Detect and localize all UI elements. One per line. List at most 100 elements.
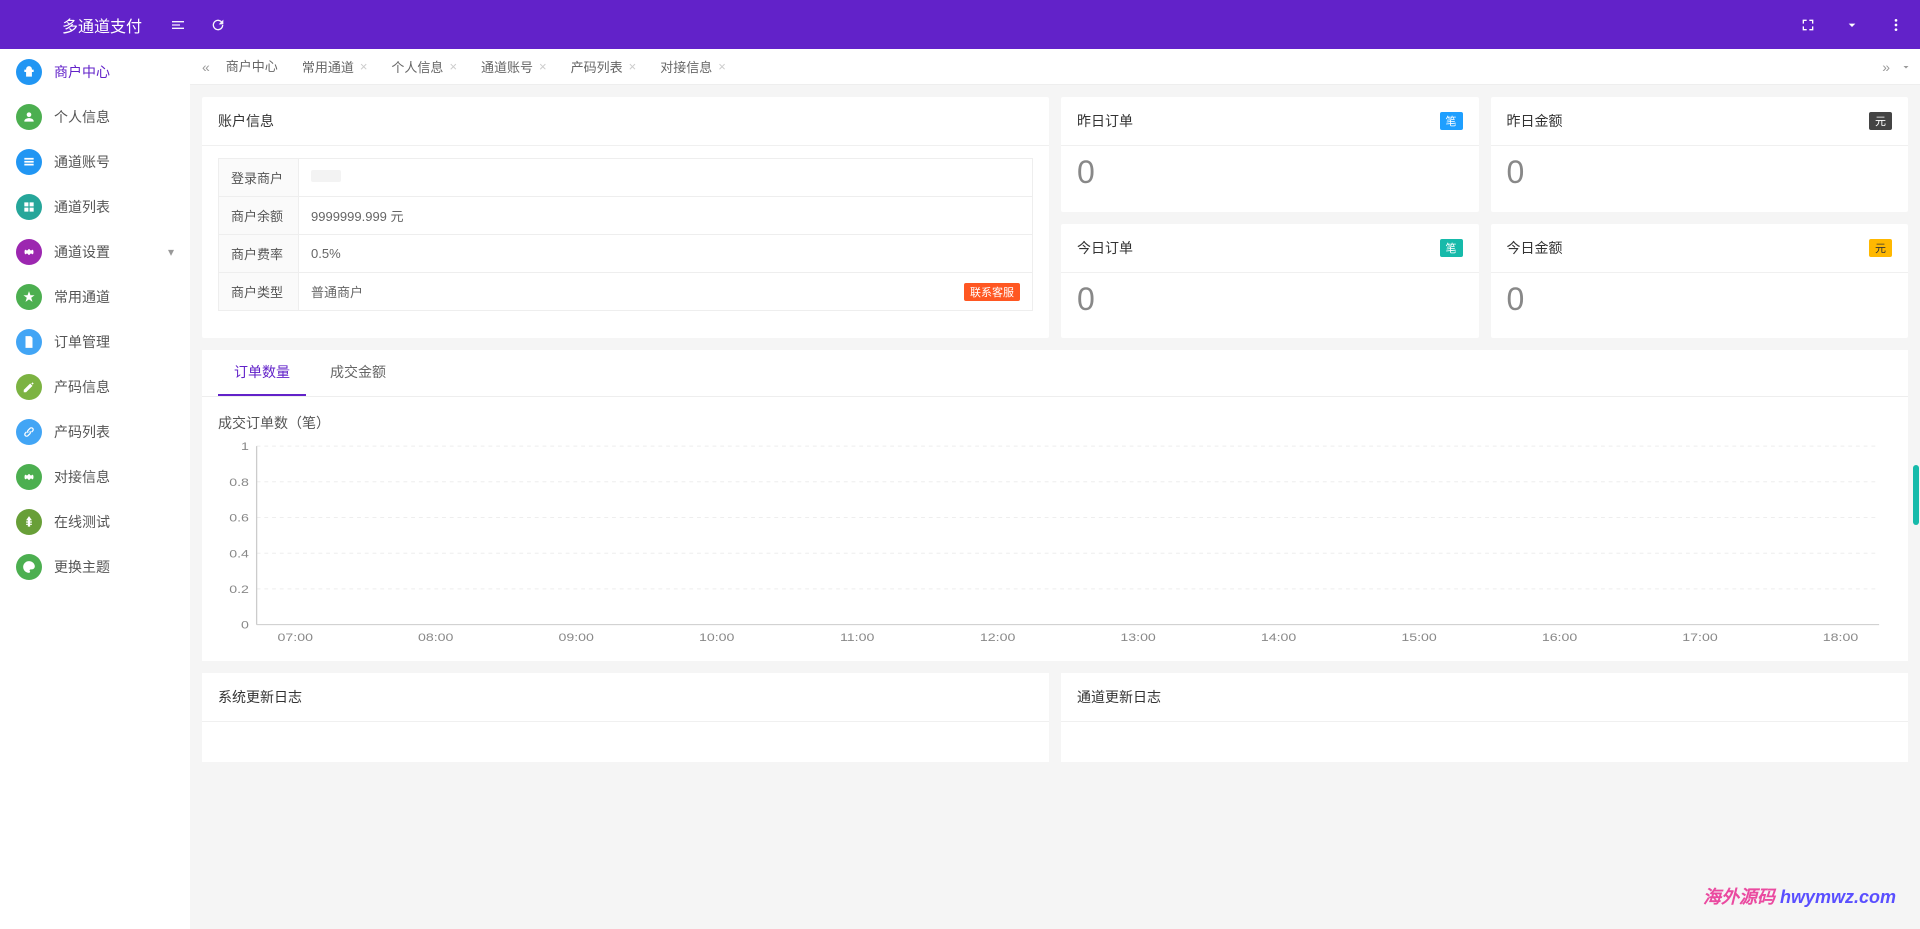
sidebar-item-1[interactable]: 个人信息 <box>0 94 190 139</box>
stat-unit-badge: 元 <box>1869 239 1892 257</box>
sidebar-item-label: 产码列表 <box>54 422 174 442</box>
refresh-icon[interactable] <box>210 17 226 33</box>
stat-title: 今日金额 <box>1507 238 1563 258</box>
sidebar-item-7[interactable]: 产码信息 <box>0 364 190 409</box>
chart-title: 成交订单数（笔） <box>202 397 1908 441</box>
row-value: 普通商户联系客服 <box>299 273 1033 311</box>
stat-card-today-amount: 今日金额 元 0 <box>1491 224 1909 339</box>
chart-tab-orders[interactable]: 订单数量 <box>218 350 306 396</box>
sidebar-item-6[interactable]: 订单管理 <box>0 319 190 364</box>
doc-icon <box>16 329 42 355</box>
svg-text:12:00: 12:00 <box>980 631 1015 644</box>
stat-title: 今日订单 <box>1077 238 1133 258</box>
stat-value: 0 <box>1061 146 1479 212</box>
system-log-card: 系统更新日志 <box>202 673 1049 762</box>
sidebar-item-0[interactable]: 商户中心 <box>0 49 190 94</box>
tab-3[interactable]: 通道账号 × <box>469 49 559 85</box>
stat-value: 0 <box>1491 273 1909 339</box>
user-icon <box>16 104 42 130</box>
user-dropdown-icon[interactable] <box>1844 17 1860 33</box>
svg-text:11:00: 11:00 <box>840 631 874 644</box>
account-info-card: 账户信息 登录商户商户余额9999999.999 元商户费率0.5%商户类型普通… <box>202 97 1049 338</box>
svg-text:08:00: 08:00 <box>418 631 453 644</box>
fullscreen-icon[interactable] <box>1800 17 1816 33</box>
header-right <box>1800 17 1904 33</box>
row-value: 0.5% <box>299 235 1033 273</box>
svg-text:0.2: 0.2 <box>229 583 249 596</box>
tabs-scroll-left-icon[interactable]: « <box>198 59 214 75</box>
table-row: 商户余额9999999.999 元 <box>219 197 1033 235</box>
sidebar-item-label: 个人信息 <box>54 107 174 127</box>
close-icon[interactable]: × <box>629 59 637 74</box>
close-icon[interactable]: × <box>718 59 726 74</box>
tab-4[interactable]: 产码列表 × <box>559 49 649 85</box>
table-row: 商户类型普通商户联系客服 <box>219 273 1033 311</box>
channel-log-card: 通道更新日志 <box>1061 673 1908 762</box>
tab-bar: « 商户中心常用通道×个人信息×通道账号×产码列表×对接信息× » <box>190 49 1920 85</box>
menu-toggle-icon[interactable] <box>170 17 186 33</box>
close-icon[interactable]: × <box>360 59 368 74</box>
tab-1[interactable]: 常用通道 × <box>290 49 380 85</box>
svg-text:1: 1 <box>241 441 249 453</box>
header-left: 多通道支付 <box>16 13 226 37</box>
gear-icon <box>16 239 42 265</box>
list-icon <box>16 149 42 175</box>
contact-badge[interactable]: 联系客服 <box>964 283 1020 301</box>
tab-label: 产码列表 <box>571 57 623 76</box>
close-icon[interactable]: × <box>449 59 457 74</box>
chart-card: 订单数量 成交金额 成交订单数（笔） 00.20.40.60.8107:0008… <box>202 350 1908 661</box>
sidebar-item-label: 更换主题 <box>54 557 174 577</box>
tab-2[interactable]: 个人信息× <box>379 49 469 85</box>
sidebar-item-label: 对接信息 <box>54 467 174 487</box>
stat-title: 昨日金额 <box>1507 111 1563 131</box>
close-icon[interactable]: × <box>539 59 547 74</box>
sidebar-item-4[interactable]: 通道设置▾ <box>0 229 190 274</box>
gear-icon <box>16 464 42 490</box>
svg-text:10:00: 10:00 <box>699 631 734 644</box>
dashboard-icon <box>16 59 42 85</box>
sidebar-item-label: 在线测试 <box>54 512 174 532</box>
tab-5[interactable]: 对接信息 × <box>648 49 738 85</box>
svg-text:0.6: 0.6 <box>229 511 249 524</box>
row-label: 登录商户 <box>219 159 299 197</box>
svg-text:13:00: 13:00 <box>1120 631 1155 644</box>
sidebar-item-9[interactable]: 对接信息 <box>0 454 190 499</box>
svg-text:0: 0 <box>241 618 249 631</box>
stat-title: 昨日订单 <box>1077 111 1133 131</box>
svg-text:07:00: 07:00 <box>278 631 313 644</box>
table-row: 商户费率0.5% <box>219 235 1033 273</box>
stat-unit-badge: 笔 <box>1440 239 1463 257</box>
sidebar-item-label: 产码信息 <box>54 377 174 397</box>
chart-tab-amount[interactable]: 成交金额 <box>314 350 402 396</box>
sidebar-item-label: 通道设置 <box>54 242 168 262</box>
tab-label: 常用通道 <box>302 57 354 76</box>
sidebar-item-8[interactable]: 产码列表 <box>0 409 190 454</box>
chevron-down-icon: ▾ <box>168 245 174 259</box>
watermark: 海外源码 hwymwz.com <box>1703 883 1896 909</box>
more-icon[interactable] <box>1888 17 1904 33</box>
grid-icon <box>16 194 42 220</box>
tabs-scroll-right-icon[interactable]: » <box>1882 59 1890 75</box>
svg-text:09:00: 09:00 <box>559 631 594 644</box>
tab-label: 通道账号 <box>481 57 533 76</box>
sidebar-item-10[interactable]: 在线测试 <box>0 499 190 544</box>
stat-value: 0 <box>1061 273 1479 339</box>
row-value: 9999999.999 元 <box>299 197 1033 235</box>
row-value <box>299 159 1033 197</box>
sidebar-item-3[interactable]: 通道列表 <box>0 184 190 229</box>
sidebar-item-11[interactable]: 更换主题 <box>0 544 190 589</box>
tab-0[interactable]: 商户中心 <box>214 49 290 85</box>
sidebar: 商户中心个人信息通道账号通道列表通道设置▾常用通道订单管理产码信息产码列表对接信… <box>0 49 190 929</box>
stat-unit-badge: 笔 <box>1440 112 1463 130</box>
sidebar-item-2[interactable]: 通道账号 <box>0 139 190 184</box>
tab-label: 商户中心 <box>226 56 278 75</box>
channel-log-title: 通道更新日志 <box>1061 673 1908 722</box>
stat-card-yesterday-amount: 昨日金额元 0 <box>1491 97 1909 212</box>
row-label: 商户类型 <box>219 273 299 311</box>
palette-icon <box>16 554 42 580</box>
svg-text:16:00: 16:00 <box>1542 631 1577 644</box>
tabs-menu-icon[interactable] <box>1900 61 1912 73</box>
system-log-title: 系统更新日志 <box>202 673 1049 722</box>
tab-label: 对接信息 <box>660 57 712 76</box>
sidebar-item-5[interactable]: 常用通道 <box>0 274 190 319</box>
